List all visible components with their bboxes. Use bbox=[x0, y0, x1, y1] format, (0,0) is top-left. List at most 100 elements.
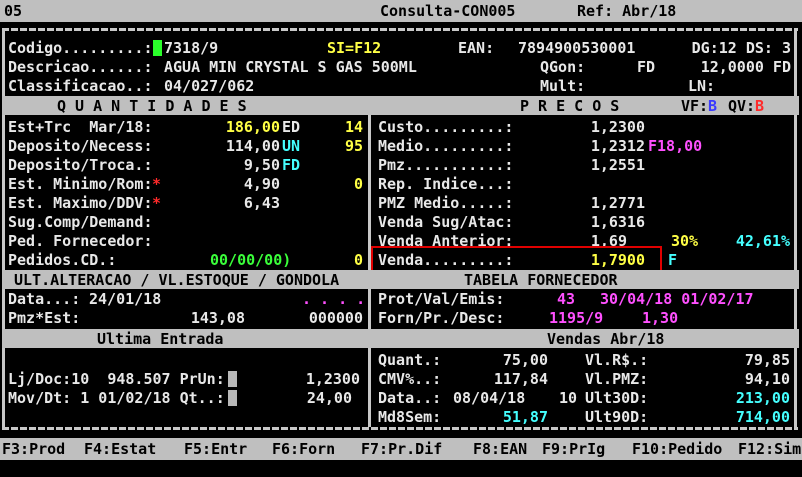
row-value: 79,85 bbox=[690, 351, 790, 370]
box-border-top bbox=[2, 28, 798, 31]
qv-label: QV: bbox=[728, 97, 755, 116]
codigo-field[interactable]: 7318/9 bbox=[164, 39, 218, 58]
prot-value: 43 bbox=[515, 290, 575, 309]
row-value: 1,6316 bbox=[515, 213, 645, 232]
row-value: 75,00 bbox=[445, 351, 548, 370]
row-extra: 14 bbox=[300, 118, 363, 137]
row-label: Rep. Indice...: bbox=[378, 175, 513, 194]
row-label: Pmz...........: bbox=[378, 156, 513, 175]
forn-label: Forn/Pr./Desc: bbox=[378, 309, 504, 328]
row-label: Deposito/Troca.: bbox=[8, 156, 153, 175]
markup-value: 42,61% bbox=[712, 232, 790, 251]
dg-ds-value: DG:12 DS: 3 bbox=[660, 39, 791, 58]
vf-value: B bbox=[708, 97, 717, 116]
qgon-unit: FD bbox=[637, 58, 655, 77]
row-value: 1,2312 bbox=[515, 137, 645, 156]
venda-flag: F bbox=[668, 251, 677, 270]
row-label: CMV%..: bbox=[378, 370, 441, 389]
mult-label: Mult: bbox=[540, 77, 585, 96]
data-label: Data...: bbox=[8, 290, 80, 309]
gondola-dots: . . . . bbox=[302, 290, 365, 309]
row-label: Vl.R$.: bbox=[585, 351, 648, 370]
ean-value: 7894900530001 bbox=[518, 39, 635, 58]
margem-value: 30% bbox=[671, 232, 698, 251]
row-value: 08/04/18 bbox=[453, 389, 525, 408]
descricao-value: AGUA MIN CRYSTAL S GAS 500ML bbox=[164, 58, 417, 77]
row-label: PMZ Medio.....: bbox=[378, 194, 513, 213]
ult-alteracao-header: ULT.ALTERACAO / VL.ESTOQUE / GONDOLA bbox=[14, 271, 339, 290]
fkey-f8-ean[interactable]: F8:EAN bbox=[473, 440, 527, 459]
row-label: Ult30D: bbox=[585, 389, 648, 408]
fkey-f9-prig[interactable]: F9:PrIg bbox=[542, 440, 605, 459]
ln-label: LN: bbox=[688, 77, 715, 96]
row-value: 213,00 bbox=[690, 389, 790, 408]
row-label: Est. Maximo/DDV: bbox=[8, 194, 153, 213]
fator-value: F18,00 bbox=[648, 137, 702, 156]
pmz-est-value: 143,08 bbox=[150, 309, 245, 328]
row-unit: FD bbox=[282, 156, 300, 175]
row-value: 714,00 bbox=[690, 408, 790, 427]
row-value: 6,43 bbox=[160, 194, 280, 213]
row-label: Venda.........: bbox=[378, 251, 513, 270]
window-title: Consulta-CON005 bbox=[380, 2, 515, 21]
row-count: 10 bbox=[545, 389, 577, 408]
tabela-fornecedor-header: TABELA FORNECEDOR bbox=[464, 271, 618, 290]
box-border-right bbox=[794, 28, 797, 430]
row-unit: UN bbox=[282, 137, 300, 156]
fkey-f3-prod[interactable]: F3:Prod bbox=[2, 440, 65, 459]
row-unit: ED bbox=[282, 118, 300, 137]
qv-value: B bbox=[755, 97, 764, 116]
quantidades-header: Q U A N T I D A D E S bbox=[57, 97, 247, 116]
forn-desc: 1,30 bbox=[642, 309, 678, 328]
row-label: Venda Sug/Atac: bbox=[378, 213, 513, 232]
row-value: 1,2300 bbox=[515, 118, 645, 137]
row-value: 00/00/00) bbox=[210, 251, 291, 270]
classificacao-label: Classificacao..: bbox=[8, 77, 153, 96]
input-cursor[interactable] bbox=[228, 390, 237, 406]
row-label: Data..: bbox=[378, 389, 441, 408]
fkey-f10-pedido[interactable]: F10:Pedido bbox=[632, 440, 722, 459]
row-label: Vl.PMZ: bbox=[585, 370, 648, 389]
doc-value-field[interactable]: 1,2300 bbox=[280, 370, 360, 389]
row-value: 1,2771 bbox=[515, 194, 645, 213]
row-extra: 0 bbox=[300, 175, 363, 194]
input-cursor[interactable] bbox=[153, 40, 162, 56]
section-header-band: Q U A N T I D A D E S P R E C O S VF: B … bbox=[2, 96, 799, 115]
section-header-band: Ultima Entrada Vendas Abr/18 bbox=[2, 329, 799, 348]
input-cursor[interactable] bbox=[228, 371, 237, 387]
divider-entrada-vendas bbox=[368, 348, 371, 427]
classificacao-value: 04/027/062 bbox=[164, 77, 254, 96]
codes-value: 000000 bbox=[305, 309, 363, 328]
row-extra: 95 bbox=[300, 137, 363, 156]
row-value: 186,00 bbox=[160, 118, 280, 137]
venda-value-field[interactable]: 1,7900 bbox=[515, 251, 645, 270]
divider-alteracao-fornecedor bbox=[368, 289, 371, 329]
vf-label: VF: bbox=[681, 97, 708, 116]
reference-period: Ref: Abr/18 bbox=[577, 2, 676, 21]
ean-label: EAN: bbox=[458, 39, 494, 58]
si-hint: SI=F12 bbox=[327, 39, 381, 58]
function-key-bar: F3:Prod F4:Estat F5:Entr F6:Forn F7:Pr.D… bbox=[0, 438, 802, 460]
codigo-label: Codigo.........: bbox=[8, 39, 153, 58]
row-value: 4,90 bbox=[160, 175, 280, 194]
row-value: 51,87 bbox=[445, 408, 548, 427]
row-label: Md8Sem: bbox=[378, 408, 441, 427]
pmz-est-label: Pmz*Est: bbox=[8, 309, 80, 328]
row-value: 94,10 bbox=[690, 370, 790, 389]
fkey-f12-sim[interactable]: F12:Sim bbox=[738, 440, 801, 459]
fkey-f6-forn[interactable]: F6:Forn bbox=[272, 440, 335, 459]
row-label: Custo.........: bbox=[378, 118, 513, 137]
fkey-f7-pr-dif[interactable]: F7:Pr.Dif bbox=[361, 440, 442, 459]
fkey-f4-estat[interactable]: F4:Estat bbox=[84, 440, 156, 459]
row-value: 1,2551 bbox=[515, 156, 645, 175]
row-label: Est. Minimo/Rom: bbox=[8, 175, 153, 194]
prot-label: Prot/Val/Emis: bbox=[378, 290, 504, 309]
section-header-band: ULT.ALTERACAO / VL.ESTOQUE / GONDOLA TAB… bbox=[2, 270, 799, 289]
mov-value-field[interactable]: 24,00 bbox=[280, 389, 352, 408]
forn-value: 1195/9 bbox=[549, 309, 603, 328]
prot-dates: 30/04/18 01/02/17 bbox=[600, 290, 754, 309]
doc-label: Lj/Doc:10 948.507 PrUn: bbox=[8, 370, 225, 389]
row-label: Est+Trc Mar/18: bbox=[8, 118, 153, 137]
fkey-f5-entr[interactable]: F5:Entr bbox=[184, 440, 247, 459]
row-label: Pedidos.CD.: bbox=[8, 251, 116, 270]
